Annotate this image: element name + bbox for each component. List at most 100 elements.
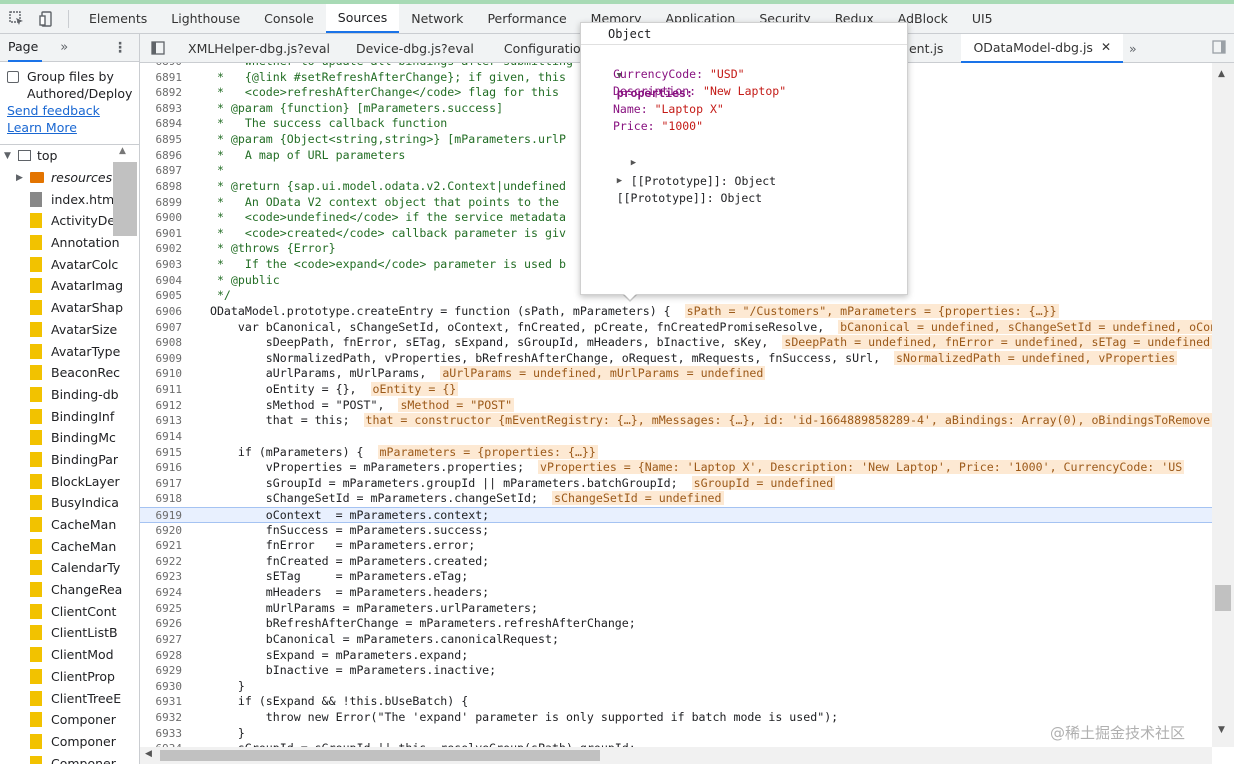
tree-item-file[interactable]: BindingPar <box>0 449 139 471</box>
code-line[interactable]: 6927 bCanonical = mParameters.canonicalR… <box>140 632 1212 648</box>
line-number[interactable]: 6932 <box>140 710 183 726</box>
tab-page[interactable]: Page <box>8 34 43 62</box>
file-tab-odatamodel[interactable]: ODataModel-dbg.js ✕ <box>961 33 1123 63</box>
line-number[interactable]: 6911 <box>140 382 183 398</box>
code-line[interactable]: 6910 aUrlParams, mUrlParams, aUrlParams … <box>140 366 1212 382</box>
code-line[interactable]: 6909 sNormalizedPath, vProperties, bRefr… <box>140 350 1212 367</box>
code-line[interactable]: 6919 oContext = mParameters.context; <box>140 506 1212 524</box>
line-number[interactable]: 6928 <box>140 648 183 664</box>
line-number[interactable]: 6909 <box>140 351 183 367</box>
object-popover[interactable]: Object ▼ properties: CurrencyCode: "USD"… <box>580 22 908 295</box>
line-number[interactable]: 6902 <box>140 241 183 257</box>
line-number[interactable]: 6908 <box>140 335 183 351</box>
line-number[interactable]: 6903 <box>140 257 183 273</box>
code-line[interactable]: 6912 sMethod = "POST", sMethod = "POST" <box>140 397 1212 414</box>
editor-scroll-thumb[interactable] <box>1215 585 1231 611</box>
line-number[interactable]: 6900 <box>140 210 183 226</box>
line-number[interactable]: 6892 <box>140 85 183 101</box>
code-line[interactable]: 6908 sDeepPath, fnError, sETag, sExpand,… <box>140 335 1213 351</box>
editor-horizontal-scrollbar[interactable]: ◀ <box>140 747 1212 764</box>
line-number[interactable]: 6921 <box>140 538 183 554</box>
editor-vertical-scrollbar[interactable]: ▲ ▼ <box>1212 63 1234 747</box>
code-line[interactable]: 6931 if (sExpand && !this.bUseBatch) { <box>140 694 1212 710</box>
code-line[interactable]: 6926 bRefreshAfterChange = mParameters.r… <box>140 616 1212 632</box>
line-number[interactable]: 6891 <box>140 70 183 86</box>
tab-ui5[interactable]: UI5 <box>960 4 1005 33</box>
line-number[interactable]: 6890 <box>140 63 183 70</box>
code-line[interactable]: 6920 fnSuccess = mParameters.success; <box>140 523 1212 539</box>
tree-item-file[interactable]: BindingInf <box>0 405 139 427</box>
tree-item-file[interactable]: Componer <box>0 752 139 764</box>
line-number[interactable]: 6933 <box>140 726 183 742</box>
more-tabs-icon[interactable]: » <box>60 40 68 55</box>
tree-item-file[interactable]: CalendarTy <box>0 557 139 579</box>
code-line[interactable]: 6921 fnError = mParameters.error; <box>140 538 1212 554</box>
line-number[interactable]: 6895 <box>140 132 183 148</box>
line-number[interactable]: 6920 <box>140 523 183 539</box>
line-number[interactable]: 6929 <box>140 663 183 679</box>
tree-item-file[interactable]: BlockLayer <box>0 470 139 492</box>
line-number[interactable]: 6894 <box>140 116 183 132</box>
code-line[interactable]: 6913 that = this; that = constructor {mE… <box>140 413 1213 429</box>
code-line[interactable]: 6907 var bCanonical, sChangeSetId, oCont… <box>140 319 1220 336</box>
tab-performance[interactable]: Performance <box>475 4 578 33</box>
tree-item-file[interactable]: BusyIndica <box>0 492 139 514</box>
code-line[interactable]: 6918 sChangeSetId = mParameters.changeSe… <box>140 491 1212 507</box>
code-line[interactable]: 6916 vProperties = mParameters.propertie… <box>140 460 1212 476</box>
more-file-tabs-icon[interactable]: » <box>1123 34 1143 63</box>
scroll-left-icon[interactable]: ◀ <box>145 749 152 759</box>
line-number[interactable]: 6913 <box>140 413 183 429</box>
scroll-down-icon[interactable]: ▼ <box>1218 725 1225 735</box>
code-line[interactable]: 6917 sGroupId = mParameters.groupId || m… <box>140 475 1212 492</box>
tree-item-file[interactable]: ClientTreeE <box>0 687 139 709</box>
line-number[interactable]: 6927 <box>140 632 183 648</box>
learn-more-link[interactable]: Learn More <box>0 119 139 136</box>
device-toolbar-icon[interactable] <box>34 6 60 32</box>
tree-item-file[interactable]: Componer <box>0 731 139 753</box>
tree-item-file[interactable]: ClientListB <box>0 622 139 644</box>
line-number[interactable]: 6923 <box>140 569 183 585</box>
editor-hscroll-thumb[interactable] <box>160 750 600 761</box>
line-number[interactable]: 6919 <box>140 508 183 524</box>
group-files-option[interactable]: Group files by Authored/Deploy <box>0 62 139 102</box>
code-line[interactable]: 6925 mUrlParams = mParameters.urlParamet… <box>140 601 1212 617</box>
code-line[interactable]: 6922 fnCreated = mParameters.created; <box>140 554 1212 570</box>
line-number[interactable]: 6914 <box>140 429 183 445</box>
properties-row[interactable]: ▼ properties: <box>581 48 907 101</box>
code-line[interactable]: 6928 sExpand = mParameters.expand; <box>140 648 1212 664</box>
tree-item-file[interactable]: ChangeRea <box>0 579 139 601</box>
tree-item-file[interactable]: ClientProp <box>0 666 139 688</box>
scroll-up-icon[interactable]: ▲ <box>119 146 126 156</box>
more-options-icon[interactable]: ⋮ <box>113 40 127 56</box>
popover-property-row[interactable]: Price: "1000" <box>581 118 907 136</box>
toggle-navigator-icon[interactable] <box>140 34 176 63</box>
tab-console[interactable]: Console <box>252 4 326 33</box>
tree-item-file[interactable]: AvatarSize <box>0 319 139 341</box>
prototype-inner-row[interactable]: ▶ [[Prototype]]: Object <box>581 136 907 188</box>
tab-lighthouse[interactable]: Lighthouse <box>159 4 252 33</box>
code-line[interactable]: 6923 sETag = mParameters.eTag; <box>140 569 1212 585</box>
tab-elements[interactable]: Elements <box>77 4 159 33</box>
line-number[interactable]: 6917 <box>140 476 183 492</box>
tree-item-file[interactable]: ClientCont <box>0 600 139 622</box>
line-number[interactable]: 6897 <box>140 163 183 179</box>
code-line[interactable]: 6929 bInactive = mParameters.inactive; <box>140 663 1212 679</box>
tree-item-file[interactable]: BindingMc <box>0 427 139 449</box>
tree-item-file[interactable]: AvatarImag <box>0 275 139 297</box>
code-line[interactable]: 6915 if (mParameters) { mParameters = {p… <box>140 444 1212 461</box>
tree-item-file[interactable]: Binding-db <box>0 384 139 406</box>
line-number[interactable]: 6907 <box>140 320 183 336</box>
tab-sources[interactable]: Sources <box>325 4 400 33</box>
line-number[interactable]: 6898 <box>140 179 183 195</box>
tree-item-file[interactable]: CacheMan <box>0 535 139 557</box>
line-number[interactable]: 6916 <box>140 460 183 476</box>
scroll-up-icon[interactable]: ▲ <box>1218 69 1225 79</box>
tree-item-file[interactable]: ClientMod <box>0 644 139 666</box>
line-number[interactable]: 6904 <box>140 273 183 289</box>
close-icon[interactable]: ✕ <box>1101 40 1111 54</box>
line-number[interactable]: 6893 <box>140 101 183 117</box>
group-files-checkbox[interactable] <box>7 71 19 83</box>
line-number[interactable]: 6922 <box>140 554 183 570</box>
line-number[interactable]: 6901 <box>140 226 183 242</box>
inspect-element-icon[interactable] <box>4 6 30 32</box>
